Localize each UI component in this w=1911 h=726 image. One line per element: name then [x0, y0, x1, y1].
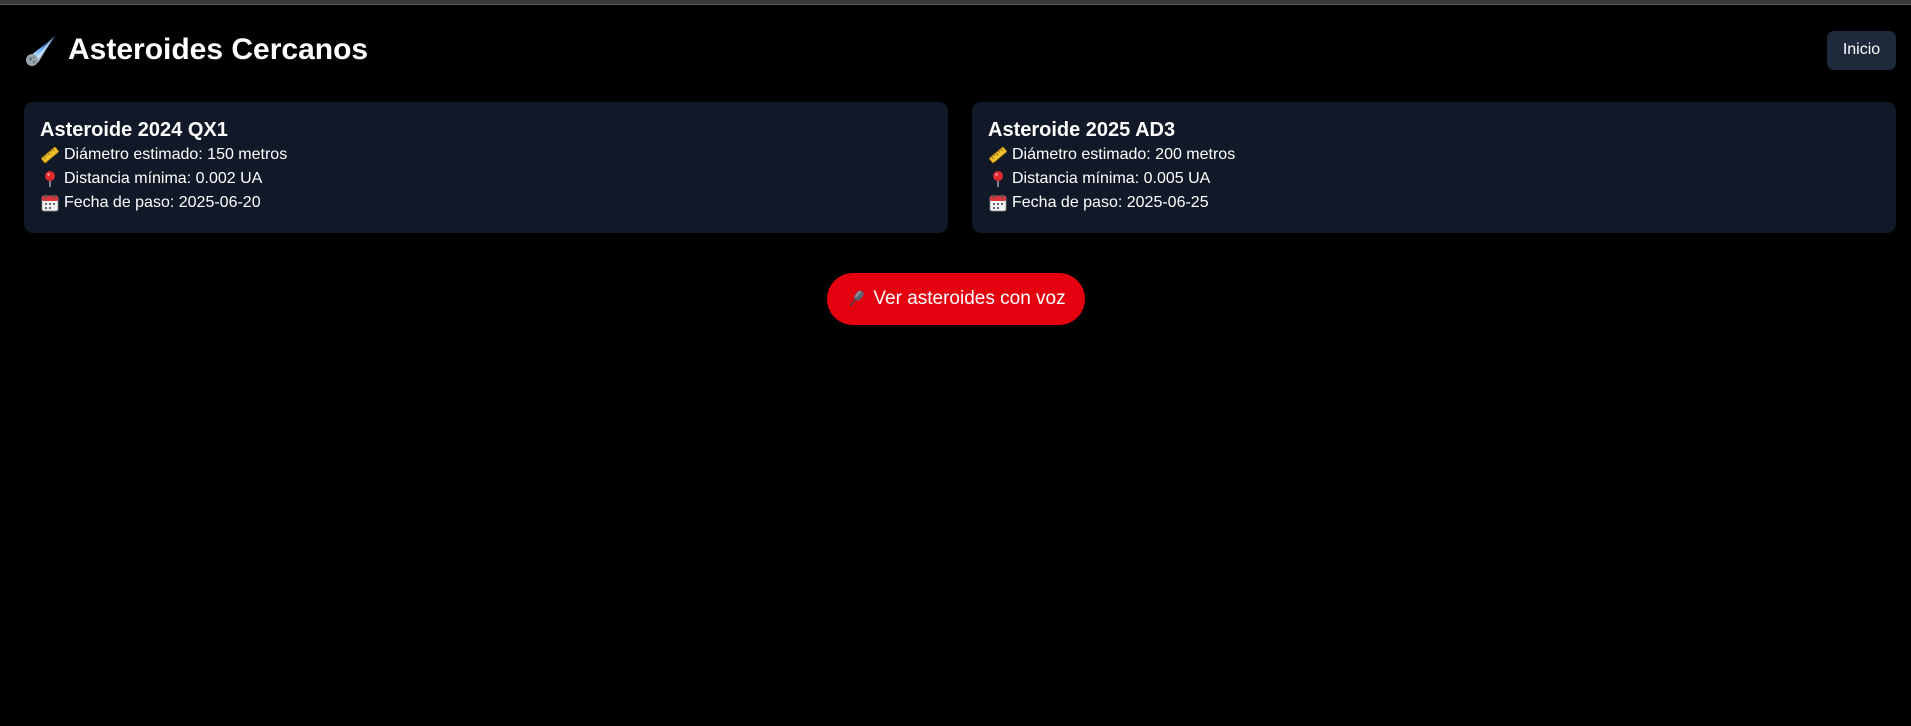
microphone-icon	[849, 290, 865, 307]
asteroid-card: Asteroide 2025 AD3 Diámetro estimado: 20…	[972, 102, 1896, 233]
voice-search-label: Ver asteroides con voz	[873, 288, 1066, 309]
asteroid-diameter-row: Diámetro estimado: 200 metros	[988, 143, 1880, 167]
voice-button-container: Ver asteroides con voz	[0, 273, 1911, 325]
asteroid-date-row: Fecha de paso: 2025-06-25	[988, 191, 1880, 215]
calendar-icon	[989, 194, 1007, 212]
asteroid-distance: Distancia mínima: 0.002 UA	[64, 170, 263, 187]
asteroid-diameter: Diámetro estimado: 200 metros	[1012, 146, 1236, 163]
asteroid-card-list: Asteroide 2024 QX1 Diámetro estimado: 15…	[24, 102, 1896, 233]
asteroid-date-row: Fecha de paso: 2025-06-20	[40, 191, 932, 215]
page-title-text: Asteroides Cercanos	[68, 33, 369, 66]
asteroid-diameter-row: Diámetro estimado: 150 metros	[40, 143, 932, 167]
page-title: Asteroides Cercanos	[24, 32, 368, 68]
ruler-icon	[41, 146, 59, 164]
asteroid-distance-row: Distancia mínima: 0.005 UA	[988, 167, 1880, 191]
asteroid-distance-row: Distancia mínima: 0.002 UA	[40, 167, 932, 191]
asteroid-distance: Distancia mínima: 0.005 UA	[1012, 170, 1211, 187]
voice-search-button[interactable]: Ver asteroides con voz	[826, 273, 1085, 325]
asteroid-name: Asteroide 2025 AD3	[988, 119, 1176, 141]
page-header: Asteroides Cercanos Inicio	[24, 30, 1896, 70]
pin-icon	[993, 171, 1003, 187]
calendar-icon	[41, 194, 59, 212]
asteroid-card: Asteroide 2024 QX1 Diámetro estimado: 15…	[24, 102, 948, 233]
home-button[interactable]: Inicio	[1827, 30, 1896, 70]
pin-icon	[45, 171, 55, 187]
comet-icon	[26, 34, 58, 66]
ruler-icon	[989, 146, 1007, 164]
asteroid-diameter: Diámetro estimado: 150 metros	[64, 146, 288, 163]
asteroid-date: Fecha de paso: 2025-06-20	[64, 194, 261, 211]
asteroid-date: Fecha de paso: 2025-06-25	[1012, 194, 1209, 211]
window-top-border	[0, 0, 1911, 5]
asteroid-name: Asteroide 2024 QX1	[40, 119, 228, 141]
